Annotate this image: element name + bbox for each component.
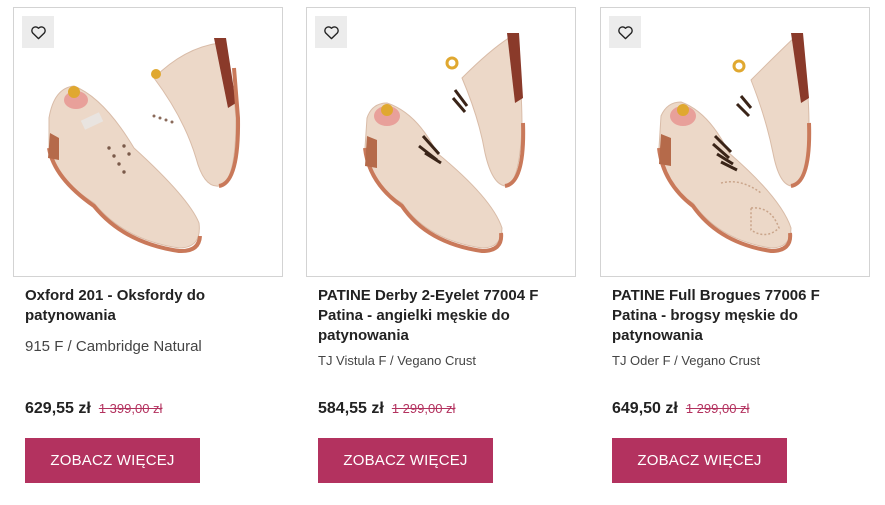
product-card[interactable]: PATINE Derby 2-Eyelet 77004 F Patina - a… bbox=[306, 7, 576, 483]
product-variant: TJ Vistula F / Vegano Crust bbox=[318, 353, 476, 368]
wishlist-button[interactable] bbox=[22, 16, 54, 48]
wishlist-button[interactable] bbox=[315, 16, 347, 48]
product-card[interactable]: PATINE Full Brogues 77006 F Patina - bro… bbox=[600, 7, 870, 483]
product-variant: TJ Oder F / Vegano Crust bbox=[612, 353, 761, 368]
heart-icon bbox=[617, 25, 633, 39]
current-price: 629,55 zł bbox=[25, 400, 91, 417]
old-price: 1 299,00 zł bbox=[391, 401, 456, 416]
product-title[interactable]: PATINE Full Brogues 77006 F Patina - bro… bbox=[612, 286, 862, 346]
shoe-oxford-wholecut-icon bbox=[47, 38, 241, 254]
view-more-button[interactable]: ZOBACZ WIĘCEJ bbox=[25, 438, 200, 483]
current-price: 584,55 zł bbox=[318, 400, 384, 417]
shoe-brogue-icon bbox=[657, 33, 812, 254]
heart-icon bbox=[30, 25, 46, 39]
product-title[interactable]: Oxford 201 - Oksfordy do patynowania bbox=[25, 286, 275, 326]
product-image[interactable] bbox=[13, 7, 283, 277]
heart-icon bbox=[323, 25, 339, 39]
shoe-derby-icon bbox=[363, 33, 526, 254]
wishlist-button[interactable] bbox=[609, 16, 641, 48]
current-price: 649,50 zł bbox=[612, 400, 678, 417]
view-more-button[interactable]: ZOBACZ WIĘCEJ bbox=[318, 438, 493, 483]
product-card[interactable]: Oxford 201 - Oksfordy do patynowania 915… bbox=[13, 7, 283, 483]
price-row: 649,50 zł 1 299,00 zł bbox=[612, 400, 749, 418]
product-image[interactable] bbox=[600, 7, 870, 277]
view-more-button[interactable]: ZOBACZ WIĘCEJ bbox=[612, 438, 787, 483]
product-image[interactable] bbox=[306, 7, 576, 277]
product-variant: 915 F / Cambridge Natural bbox=[25, 338, 202, 355]
price-row: 629,55 zł 1 399,00 zł bbox=[25, 400, 162, 418]
price-row: 584,55 zł 1 299,00 zł bbox=[318, 400, 455, 418]
old-price: 1 399,00 zł bbox=[98, 401, 163, 416]
old-price: 1 299,00 zł bbox=[685, 401, 750, 416]
product-title[interactable]: PATINE Derby 2-Eyelet 77004 F Patina - a… bbox=[318, 286, 568, 346]
